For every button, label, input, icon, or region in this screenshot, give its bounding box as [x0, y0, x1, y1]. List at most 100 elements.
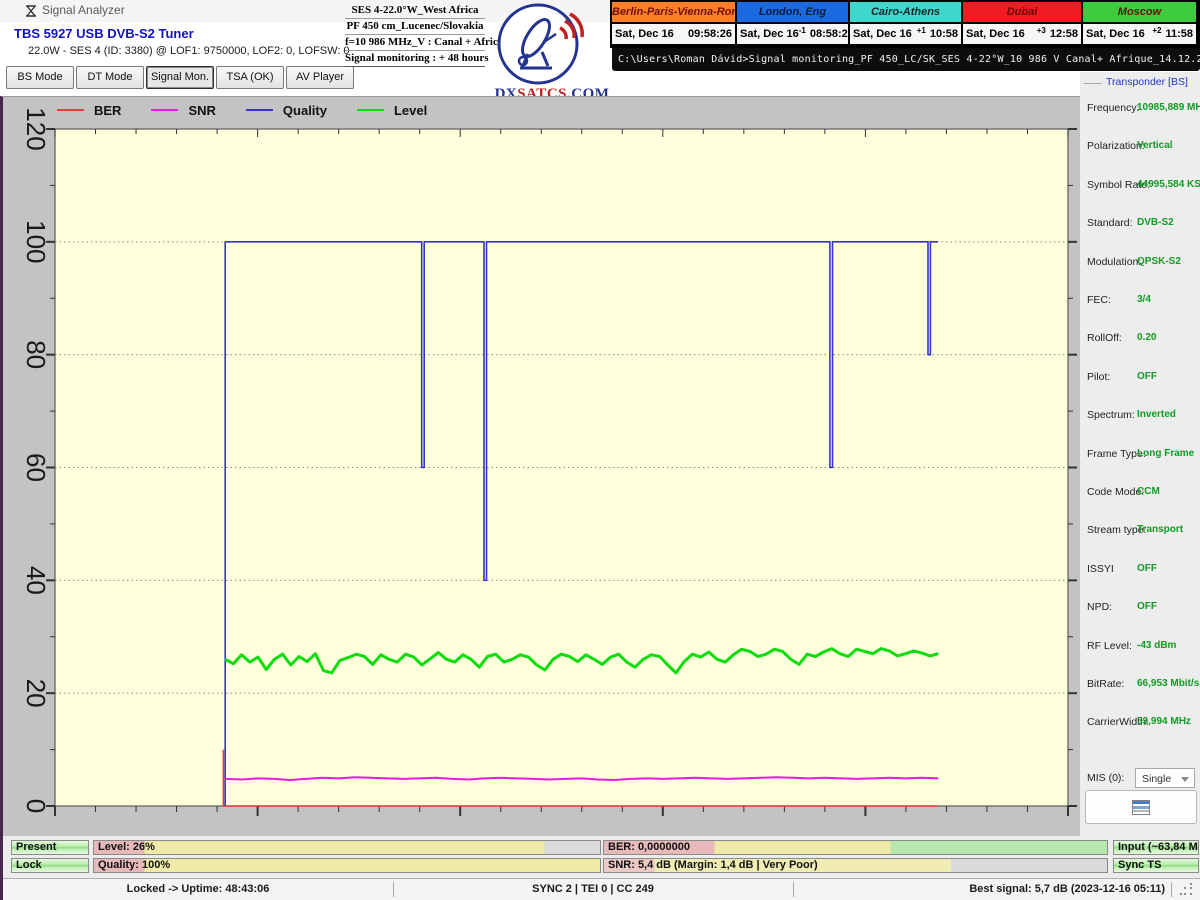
level-bar: Level: 26%	[93, 840, 601, 855]
param-spectrum: Spectrum:Inverted	[1080, 409, 1200, 425]
param-value: QPSK-S2	[1137, 256, 1181, 267]
tab-bs-mode[interactable]: BS Mode	[6, 66, 74, 89]
param-npd: NPD: OFF	[1080, 601, 1200, 617]
clock-date: Sat, Dec 16	[740, 28, 799, 40]
svg-text:20: 20	[21, 679, 51, 708]
quality-bar: Quality: 100%	[93, 858, 601, 873]
snr-bar: SNR: 5,4 dB (Margin: 1,4 dB | Very Poor)	[603, 858, 1108, 873]
param-label: FEC:	[1087, 294, 1111, 306]
satellite-dish-icon	[492, 2, 588, 86]
param-value: 0.20	[1137, 332, 1156, 343]
tab-dt-mode[interactable]: DT Mode	[76, 66, 144, 89]
param-label: Frequency:	[1087, 102, 1140, 114]
param-frequency: Frequency:10985,889 MHz	[1080, 102, 1200, 118]
clock-datetime: Sat, Dec 16+110:58	[850, 24, 961, 44]
transponder-list-button[interactable]	[1085, 790, 1197, 824]
clock-date: Sat, Dec 16	[966, 28, 1025, 40]
svg-text:0: 0	[21, 799, 51, 813]
param-pilot: Pilot:OFF	[1080, 371, 1200, 387]
param-value: OFF	[1137, 601, 1157, 612]
status-bar: Locked -> Uptime: 48:43:06 SYNC 2 | TEI …	[3, 878, 1200, 900]
clock-time: 08:58:26	[810, 28, 854, 40]
tab-tsa-ok[interactable]: TSA (OK)	[216, 66, 284, 89]
tab-signal-mon[interactable]: Signal Mon.	[146, 66, 214, 89]
legend-item-ber: BER	[57, 103, 121, 118]
param-fec: FEC:3/4	[1080, 294, 1200, 310]
header-line-4: Signal monitoring : + 48 hours	[345, 51, 485, 67]
tuner-info: 22.0W - SES 4 (ID: 3380) @ LOF1: 9750000…	[28, 45, 350, 57]
param-value: 10985,889 MHz	[1137, 102, 1200, 113]
clock-city-label: Berlin-Paris-Vienna-Roma	[612, 2, 735, 24]
param-label: ISSYI	[1087, 563, 1114, 575]
clock-datetime: Sat, Dec 16+312:58	[963, 24, 1081, 44]
mis-row: MIS (0): Single	[1080, 768, 1200, 790]
param-label: NPD:	[1087, 601, 1112, 613]
param-value: -43 dBm	[1137, 640, 1176, 651]
clock-time: 10:58	[930, 28, 958, 40]
signal-chart-panel: 020406080100120 BERSNRQualityLevel	[0, 96, 1080, 836]
clock-city-label: Moscow	[1083, 2, 1196, 24]
header-line-2: PF 450 cm_Lucenec/Slovakia	[345, 19, 485, 35]
tab-bar: BS ModeDT ModeSignal Mon.TSA (OK)AV Play…	[6, 66, 356, 89]
param-value: DVB-S2	[1137, 217, 1174, 228]
param-value: Inverted	[1137, 409, 1176, 420]
clock-date: Sat, Dec 16	[615, 28, 674, 40]
param-label: Pilot:	[1087, 371, 1110, 383]
tuner-name: TBS 5927 USB DVB-S2 Tuner	[14, 26, 194, 41]
param-label: Code Mode:	[1087, 486, 1144, 498]
chevron-down-icon	[1181, 777, 1189, 782]
param-issyi: ISSYI OFF	[1080, 563, 1200, 579]
transponder-sidebar: Transponder [BS] Frequency:10985,889 MHz…	[1080, 72, 1200, 836]
legend-item-snr: SNR	[151, 103, 215, 118]
ber-bar: BER: 0,0000000	[603, 840, 1108, 855]
legend-label: Level	[394, 103, 427, 118]
clock-time: 12:58	[1050, 28, 1078, 40]
svg-text:120: 120	[21, 107, 51, 150]
param-value: 66,953 Mbit/s	[1137, 678, 1199, 689]
clock-datetime: Sat, Dec 1609:58:26	[612, 24, 735, 44]
param-label: Modulation:	[1087, 256, 1141, 268]
svg-text:40: 40	[21, 566, 51, 595]
param-rolloff: RollOff:0.20	[1080, 332, 1200, 348]
clock-berlin-paris-vienna-roma: Berlin-Paris-Vienna-RomaSat, Dec 1609:58…	[612, 2, 735, 46]
legend-line-icon	[246, 109, 273, 111]
param-modulation: Modulation:QPSK-S2	[1080, 256, 1200, 272]
legend-line-icon	[57, 109, 84, 111]
legend-item-quality: Quality	[246, 103, 327, 118]
svg-text:60: 60	[21, 453, 51, 482]
param-value: OFF	[1137, 563, 1157, 574]
groupbox-line	[1084, 83, 1102, 84]
param-standard: Standard:DVB-S2	[1080, 217, 1200, 233]
status-separator	[393, 882, 394, 897]
tab-av-player[interactable]: AV Player	[286, 66, 354, 89]
transponder-title: Transponder [BS]	[1106, 76, 1188, 88]
best-signal-status: Best signal: 5,7 dB (2023-12-16 05:11)	[793, 883, 1165, 895]
mis-dropdown[interactable]: Single	[1135, 768, 1195, 788]
resize-grip[interactable]	[1180, 883, 1196, 899]
present-indicator: Present	[11, 840, 89, 855]
param-value: 53,994 MHz	[1137, 716, 1191, 727]
param-value: Vertical	[1137, 140, 1173, 151]
header-line-3: f=10 986 MHz_V : Canal + Africa	[345, 35, 485, 51]
clock-date: Sat, Dec 16	[1086, 28, 1145, 40]
mis-value: Single	[1142, 773, 1171, 785]
param-value: CCM	[1137, 486, 1160, 497]
dxsatcs-logo: DXSATCS.COM	[492, 2, 612, 102]
clock-time: 11:58	[1165, 28, 1193, 40]
param-symbol-rate: Symbol Rate:44995,584 KS/s	[1080, 179, 1200, 195]
clock-city-label: Dubai	[963, 2, 1081, 24]
clock-city-label: Cairo-Athens	[850, 2, 961, 24]
window-title: Signal Analyzer	[42, 3, 125, 17]
param-code-mode: Code Mode:CCM	[1080, 486, 1200, 502]
signal-analyzer-window: Signal Analyzer TBS 5927 USB DVB-S2 Tune…	[0, 0, 1200, 900]
param-stream-type: Stream type:Transport	[1080, 524, 1200, 540]
param-label: RF Level:	[1087, 640, 1132, 652]
clock-dubai: DubaiSat, Dec 16+312:58	[963, 2, 1081, 46]
clock-datetime: Sat, Dec 16-108:58:26	[737, 24, 848, 44]
legend-label: Quality	[283, 103, 327, 118]
world-clocks: Berlin-Paris-Vienna-RomaSat, Dec 1609:58…	[610, 0, 1200, 48]
status-panel: Present Lock Level: 26% Quality: 100% BE…	[0, 836, 1200, 900]
sync-status: SYNC 2 | TEI 0 | CC 249	[393, 883, 793, 895]
uptime-status: Locked -> Uptime: 48:43:06	[3, 883, 393, 895]
param-polarization: Polarization:Vertical	[1080, 140, 1200, 156]
